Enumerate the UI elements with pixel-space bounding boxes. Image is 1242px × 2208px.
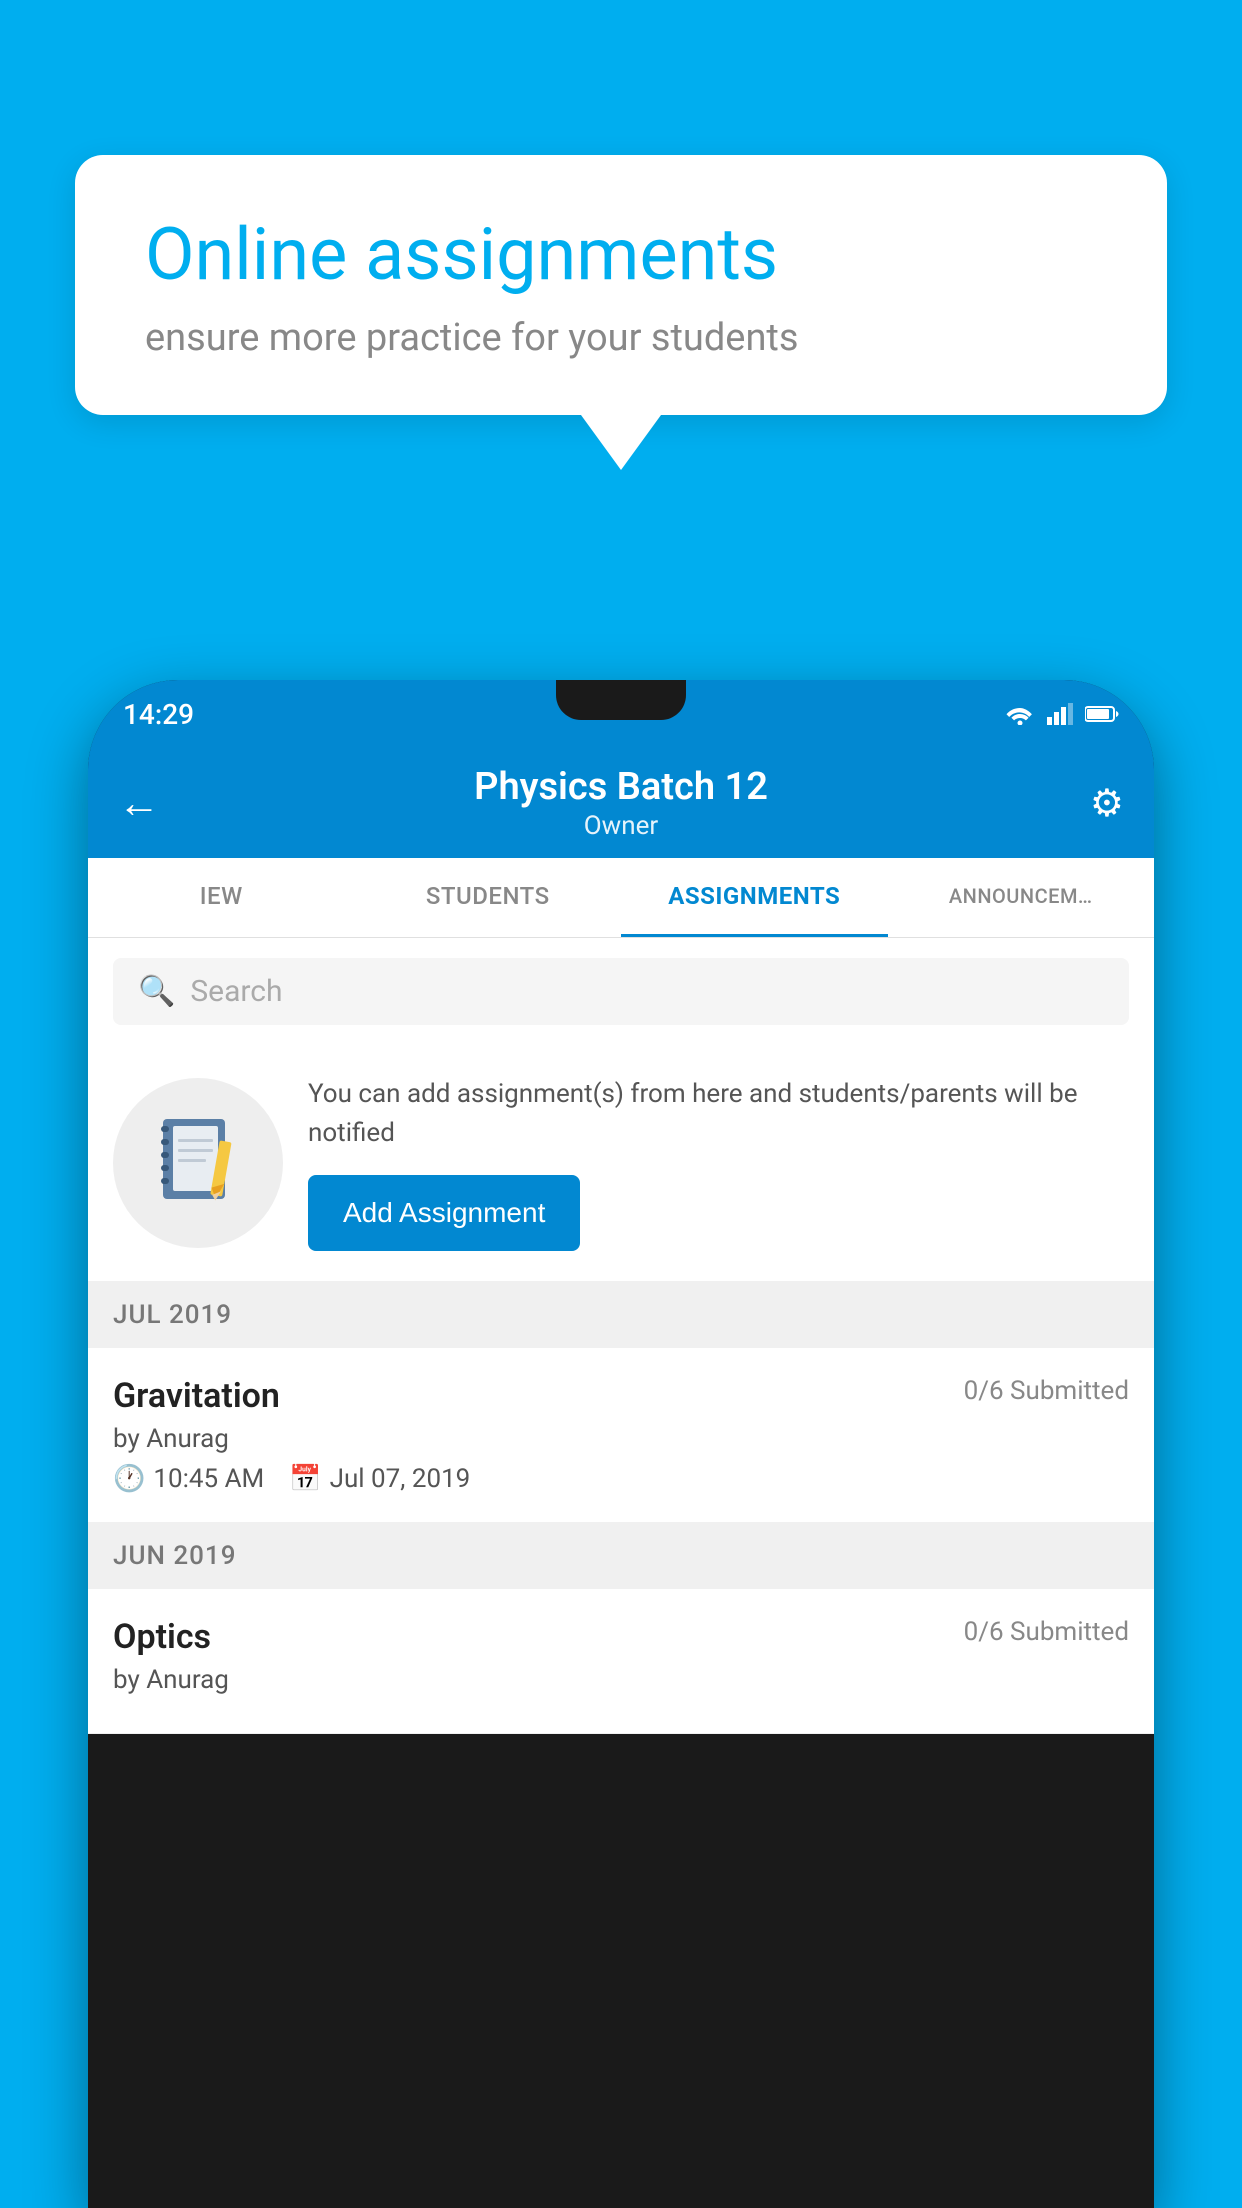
status-icons xyxy=(1005,703,1119,725)
assignment-item-gravitation[interactable]: Gravitation 0/6 Submitted by Anurag 🕐 10… xyxy=(88,1348,1154,1523)
info-text: You can add assignment(s) from here and … xyxy=(308,1075,1129,1153)
section-header-jun: JUN 2019 xyxy=(88,1523,1154,1589)
notebook-pencil-icon xyxy=(153,1111,243,1216)
info-content: You can add assignment(s) from here and … xyxy=(308,1075,1129,1251)
calendar-icon: 📅 xyxy=(289,1464,321,1494)
time-text: 10:45 AM xyxy=(153,1464,264,1494)
search-placeholder: Search xyxy=(190,974,282,1009)
assignment-submitted: 0/6 Submitted xyxy=(964,1376,1129,1406)
info-card: You can add assignment(s) from here and … xyxy=(88,1045,1154,1282)
signal-icon xyxy=(1047,703,1073,725)
speech-bubble-arrow xyxy=(581,415,661,470)
assignment-date: 📅 Jul 07, 2019 xyxy=(289,1464,470,1494)
assignment-by-2: by Anurag xyxy=(113,1665,1129,1695)
assignment-time: 🕐 10:45 AM xyxy=(113,1464,264,1494)
assignment-name: Gravitation xyxy=(113,1376,280,1416)
app-bar-title: Physics Batch 12 xyxy=(178,765,1064,809)
app-bar-title-container: Physics Batch 12 Owner xyxy=(178,765,1064,841)
settings-button[interactable]: ⚙ xyxy=(1064,781,1124,826)
assignment-row-top-2: Optics 0/6 Submitted xyxy=(113,1617,1129,1657)
date-text: Jul 07, 2019 xyxy=(330,1464,471,1494)
search-icon: 🔍 xyxy=(138,974,175,1009)
status-bar-time: 14:29 xyxy=(123,698,194,731)
assignment-submitted-2: 0/6 Submitted xyxy=(964,1617,1129,1647)
speech-bubble-title: Online assignments xyxy=(145,215,1097,294)
tab-students[interactable]: STUDENTS xyxy=(355,858,622,937)
assignment-row-top: Gravitation 0/6 Submitted xyxy=(113,1376,1129,1416)
search-container: 🔍 Search xyxy=(88,938,1154,1045)
phone-frame: 14:29 ← Phys xyxy=(88,680,1154,2208)
tab-assignments[interactable]: ASSIGNMENTS xyxy=(621,858,888,937)
section-header-jul: JUL 2019 xyxy=(88,1282,1154,1348)
assignment-meta: 🕐 10:45 AM 📅 Jul 07, 2019 xyxy=(113,1464,1129,1494)
speech-bubble-subtitle: ensure more practice for your students xyxy=(145,316,1097,360)
assignment-item-optics[interactable]: Optics 0/6 Submitted by Anurag xyxy=(88,1589,1154,1734)
assignment-icon-circle xyxy=(113,1078,283,1248)
notch xyxy=(556,680,686,720)
add-assignment-button[interactable]: Add Assignment xyxy=(308,1175,580,1251)
app-bar-subtitle: Owner xyxy=(178,811,1064,841)
wifi-icon xyxy=(1005,703,1035,725)
assignment-name-2: Optics xyxy=(113,1617,211,1657)
app-bar: ← Physics Batch 12 Owner ⚙ xyxy=(88,748,1154,858)
status-bar: 14:29 xyxy=(88,680,1154,748)
clock-icon: 🕐 xyxy=(113,1464,145,1494)
tab-bar: IEW STUDENTS ASSIGNMENTS ANNOUNCEM… xyxy=(88,858,1154,938)
battery-icon xyxy=(1085,704,1119,724)
search-bar[interactable]: 🔍 Search xyxy=(113,958,1129,1025)
back-button[interactable]: ← xyxy=(118,779,178,828)
tab-announcements[interactable]: ANNOUNCEM… xyxy=(888,858,1155,937)
assignment-by: by Anurag xyxy=(113,1424,1129,1454)
tab-iew[interactable]: IEW xyxy=(88,858,355,937)
speech-bubble: Online assignments ensure more practice … xyxy=(75,155,1167,415)
screen-content: 🔍 Search xyxy=(88,938,1154,1734)
speech-bubble-container: Online assignments ensure more practice … xyxy=(75,155,1167,470)
